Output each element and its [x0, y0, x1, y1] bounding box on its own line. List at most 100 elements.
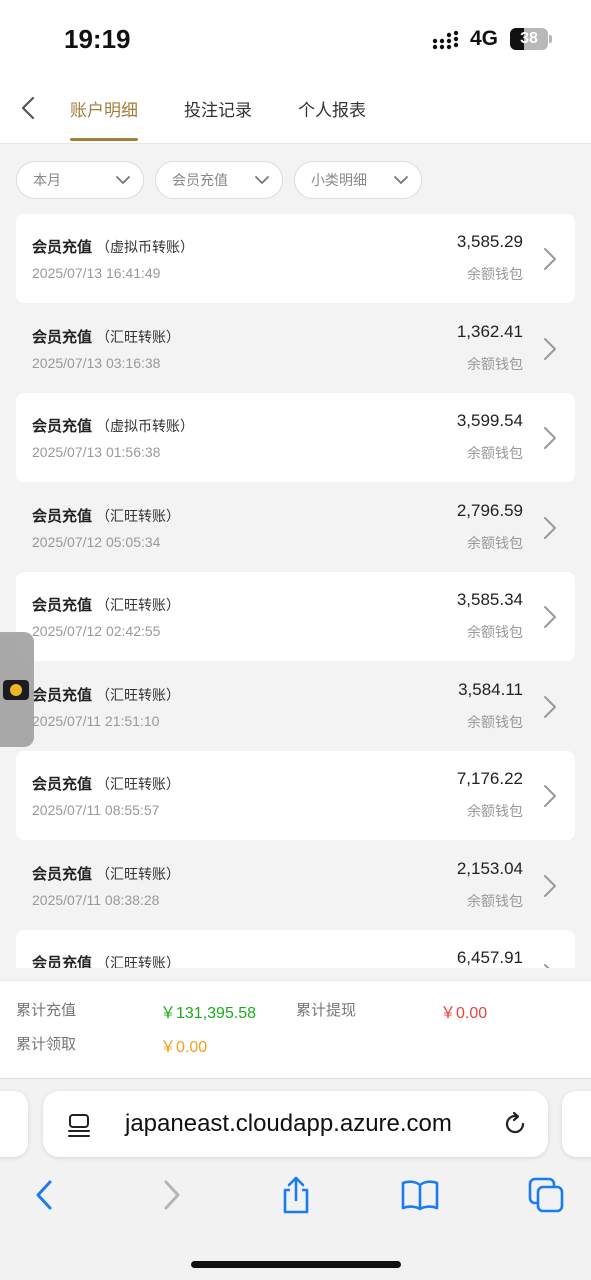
record-row[interactable]: 会员充值 （汇旺转账） 2025/07/11 08:38:28 2,153.04 …	[16, 841, 575, 930]
record-amount: 1,362.41	[456, 322, 523, 341]
browser-back-button[interactable]	[24, 1175, 64, 1215]
record-wallet: 余额钱包	[467, 446, 523, 462]
record-date: 2025/07/11 08:38:28	[32, 892, 160, 908]
record-date: 2025/07/13 03:16:38	[32, 355, 161, 371]
previous-tab-card[interactable]	[0, 1091, 28, 1157]
url-text: japaneast.cloudapp.azure.com	[125, 1110, 452, 1137]
record-row[interactable]: 会员充值 （汇旺转账） 2025/07/11 08:55:57 7,176.22 …	[16, 751, 575, 840]
record-subtype: （汇旺转账）	[96, 777, 181, 793]
battery-level: 38	[520, 30, 538, 47]
browser-forward-button[interactable]	[152, 1175, 192, 1215]
page-menu-icon[interactable]	[67, 1112, 93, 1138]
record-subtype: （汇旺转账）	[96, 956, 181, 968]
tab-account-details[interactable]: 账户明细	[70, 96, 138, 121]
record-title: 会员充值	[32, 507, 93, 525]
filter-label: 本月	[33, 173, 61, 189]
status-time: 19:19	[64, 24, 131, 54]
record-subtype: （汇旺转账）	[96, 598, 181, 614]
record-row[interactable]: 会员充值 （汇旺转账） 2025/07/12 05:05:34 2,796.59 …	[16, 483, 575, 572]
tab-active-indicator	[70, 138, 138, 141]
filter-label: 会员充值	[172, 173, 228, 189]
filter-type-select[interactable]: 会员充值	[155, 161, 283, 199]
chevron-left-icon	[21, 96, 35, 120]
record-title: 会员充值	[32, 328, 93, 346]
bookmarks-button[interactable]	[400, 1175, 440, 1215]
tabs-button[interactable]	[526, 1175, 566, 1215]
record-wallet: 余额钱包	[467, 357, 523, 373]
next-tab-card[interactable]	[562, 1091, 591, 1157]
record-subtype: （虚拟币转账）	[96, 240, 195, 256]
book-icon	[401, 1180, 439, 1211]
record-row[interactable]: 会员充值 （汇旺转账） 2025/07/13 03:16:38 1,362.41 …	[16, 304, 575, 393]
chevron-down-icon	[394, 176, 408, 184]
chevron-left-icon	[36, 1180, 52, 1210]
filter-label: 小类明细	[311, 173, 367, 189]
record-wallet: 余额钱包	[467, 625, 523, 641]
record-row[interactable]: 会员充值 （汇旺转账） 2025/07/11 21:51:10 3,584.11 …	[16, 662, 575, 751]
record-subtype: （虚拟币转账）	[96, 419, 195, 435]
summary-panel: 累计充值 ￥131,395.58 累计提现 ￥0.00 累计领取 ￥0.00	[0, 980, 591, 1078]
reload-icon[interactable]	[502, 1111, 528, 1137]
share-icon	[283, 1176, 309, 1214]
chevron-right-icon	[544, 427, 556, 449]
record-amount: 2,796.59	[456, 501, 523, 520]
record-wallet: 余额钱包	[467, 894, 523, 910]
chevron-right-icon	[544, 517, 556, 539]
tab-bet-records[interactable]: 投注记录	[184, 96, 252, 121]
record-amount: 3,585.29	[456, 232, 523, 251]
battery-cap	[549, 35, 552, 43]
record-title: 会员充值	[32, 954, 93, 968]
record-list: 会员充值 （虚拟币转账） 2025/07/13 16:41:49 3,585.29…	[0, 214, 591, 968]
signal-icon	[432, 30, 459, 50]
share-button[interactable]	[276, 1175, 316, 1215]
chevron-right-icon	[544, 248, 556, 270]
record-date: 2025/07/12 05:05:34	[32, 534, 161, 550]
chevron-right-icon	[544, 606, 556, 628]
chevron-down-icon	[116, 176, 130, 184]
filter-bar: 本月 会员充值 小类明细	[0, 144, 591, 214]
record-date: 2025/07/13 16:41:49	[32, 265, 161, 281]
chevron-right-icon	[164, 1180, 180, 1210]
address-bar[interactable]: japaneast.cloudapp.azure.com	[43, 1091, 548, 1157]
record-subtype: （汇旺转账）	[96, 330, 181, 346]
record-title: 会员充值	[32, 686, 93, 704]
tv-game-icon	[3, 680, 29, 700]
total-recharge-label: 累计充值	[16, 1001, 77, 1019]
chevron-right-icon	[544, 785, 556, 807]
record-title: 会员充值	[32, 775, 93, 793]
record-date: 2025/07/13 01:56:38	[32, 444, 161, 460]
chevron-right-icon	[544, 875, 556, 897]
record-wallet: 余额钱包	[467, 267, 523, 283]
record-subtype: （汇旺转账）	[96, 509, 181, 525]
tabs-icon	[528, 1177, 564, 1213]
floating-widget[interactable]	[0, 632, 34, 747]
filter-subcategory-select[interactable]: 小类明细	[294, 161, 422, 199]
page-header: 账户明细 投注记录 个人报表	[0, 76, 591, 144]
record-amount: 3,599.54	[456, 411, 523, 430]
home-indicator	[191, 1261, 401, 1268]
status-bar: 19:19 4G 38	[0, 0, 591, 76]
record-amount: 2,153.04	[456, 859, 523, 878]
record-row[interactable]: 会员充值 （汇旺转账） 6,457.91	[16, 930, 575, 968]
filter-period-select[interactable]: 本月	[16, 161, 144, 199]
record-date: 2025/07/11 21:51:10	[32, 713, 160, 729]
record-date: 2025/07/11 08:55:57	[32, 802, 160, 818]
record-amount: 6,457.91	[456, 948, 523, 967]
browser-toolbar: japaneast.cloudapp.azure.com	[0, 1078, 591, 1280]
tab-personal-report[interactable]: 个人报表	[298, 96, 366, 121]
total-withdraw-value: ￥0.00	[440, 1005, 488, 1022]
record-row[interactable]: 会员充值 （汇旺转账） 2025/07/12 02:42:55 3,585.34 …	[16, 572, 575, 661]
total-recharge-value: ￥131,395.58	[160, 1005, 257, 1022]
record-title: 会员充值	[32, 417, 93, 435]
chevron-right-icon	[544, 338, 556, 360]
total-claim-value: ￥0.00	[160, 1039, 208, 1056]
record-title: 会员充值	[32, 238, 93, 256]
record-title: 会员充值	[32, 596, 93, 614]
back-button[interactable]	[14, 92, 42, 124]
chevron-right-icon	[544, 964, 550, 968]
record-date: 2025/07/12 02:42:55	[32, 623, 161, 639]
network-type: 4G	[470, 27, 499, 50]
record-row[interactable]: 会员充值 （虚拟币转账） 2025/07/13 16:41:49 3,585.29…	[16, 214, 575, 303]
record-subtype: （汇旺转账）	[96, 867, 181, 883]
record-row[interactable]: 会员充值 （虚拟币转账） 2025/07/13 01:56:38 3,599.54…	[16, 393, 575, 482]
